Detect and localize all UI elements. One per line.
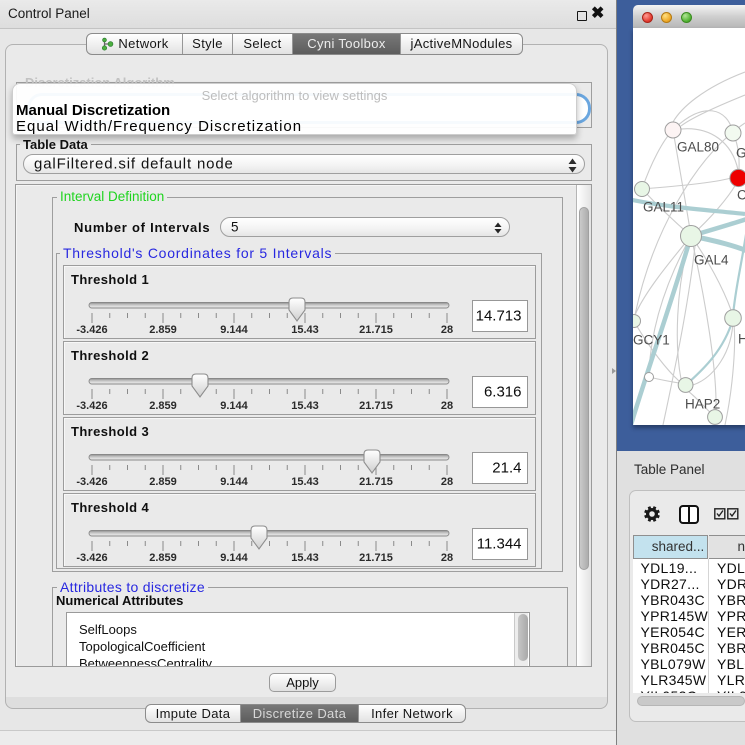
svg-text:GCY1: GCY1 [633, 333, 670, 348]
svg-text:GAL4: GAL4 [694, 253, 729, 268]
svg-text:H: H [738, 332, 745, 347]
svg-text:GAL11: GAL11 [643, 200, 684, 215]
svg-text:C: C [737, 188, 745, 203]
svg-text:GAL80: GAL80 [677, 140, 719, 155]
svg-text:HAP2: HAP2 [685, 397, 720, 412]
svg-text:GA: GA [736, 146, 745, 161]
